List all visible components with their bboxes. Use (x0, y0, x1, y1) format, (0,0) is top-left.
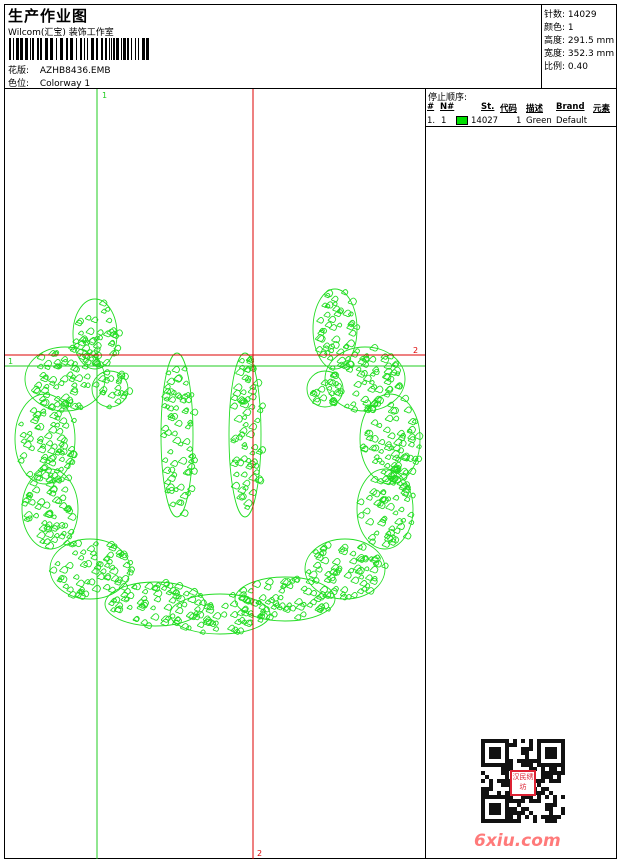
thread-sequence-panel: 停止顺序: # N# St. 代码 描述 Brand 元素 1. 1 14027… (426, 89, 617, 859)
row-code: 1 (516, 116, 522, 126)
header-info: 生产作业图 Wilcom(汇宝) 装饰工作室 花版: AZHB8436.EMB … (5, 5, 542, 89)
stat-colors: 颜色: 1 (544, 23, 574, 33)
col-element: 元素 (593, 104, 611, 114)
col-no: N# (440, 102, 455, 112)
col-code: 代码 (500, 104, 518, 114)
colorway-label: 色位: (8, 79, 30, 89)
guide-label-green-vertical: 1 (102, 91, 107, 100)
col-st: St. (481, 102, 495, 112)
design-label: 花版: (8, 66, 30, 76)
seal-stamp: 汉民绣坊 (510, 770, 536, 796)
color-swatch (456, 116, 468, 125)
design-canvas: 1 1 2 2 (5, 89, 426, 859)
page-title: 生产作业图 (8, 7, 89, 25)
stat-stitches: 针数: 14029 (544, 10, 597, 20)
row-stitches: 14027 (471, 116, 499, 126)
design-file-row: 花版: AZHB8436.EMB (8, 63, 111, 76)
guide-label-red-horizontal: 2 (413, 346, 418, 355)
row-desc: Green (526, 116, 552, 126)
col-brand: Brand (556, 102, 585, 112)
guide-label-red-vertical: 2 (257, 849, 262, 858)
company-name: Wilcom(汇宝) 装饰工作室 (8, 28, 114, 38)
worksheet: 生产作业图 Wilcom(汇宝) 装饰工作室 花版: AZHB8436.EMB … (4, 4, 617, 859)
col-hash: # (427, 102, 435, 112)
embroidery-stitches (14, 288, 424, 635)
stat-height: 高度: 291.5 mm (544, 36, 615, 46)
colorway-row: 色位: Colorway 1 (8, 76, 90, 89)
sequence-header-row: # N# St. 代码 描述 Brand 元素 (426, 102, 617, 114)
site-watermark: 6xiu.com (474, 831, 561, 851)
row-index: 1. (427, 116, 436, 126)
stats-box: 针数: 14029 颜色: 1 高度: 291.5 mm 宽度: 352.3 m… (542, 5, 617, 89)
barcode-icon (9, 38, 149, 60)
col-desc: 描述 (526, 104, 544, 114)
colorway-value: Colorway 1 (39, 79, 91, 89)
design-file-name: AZHB8436.EMB (39, 66, 111, 76)
stat-scale: 比例: 0.40 (544, 62, 588, 72)
embroidery-preview: 1 1 2 2 (5, 89, 425, 859)
table-row: 1. 1 14027 1 Green Default (426, 115, 617, 127)
guide-label-green-horizontal: 1 (8, 357, 13, 366)
stat-width: 宽度: 352.3 mm (544, 49, 615, 59)
row-brand: Default (556, 116, 588, 126)
row-no: 1 (441, 116, 447, 126)
